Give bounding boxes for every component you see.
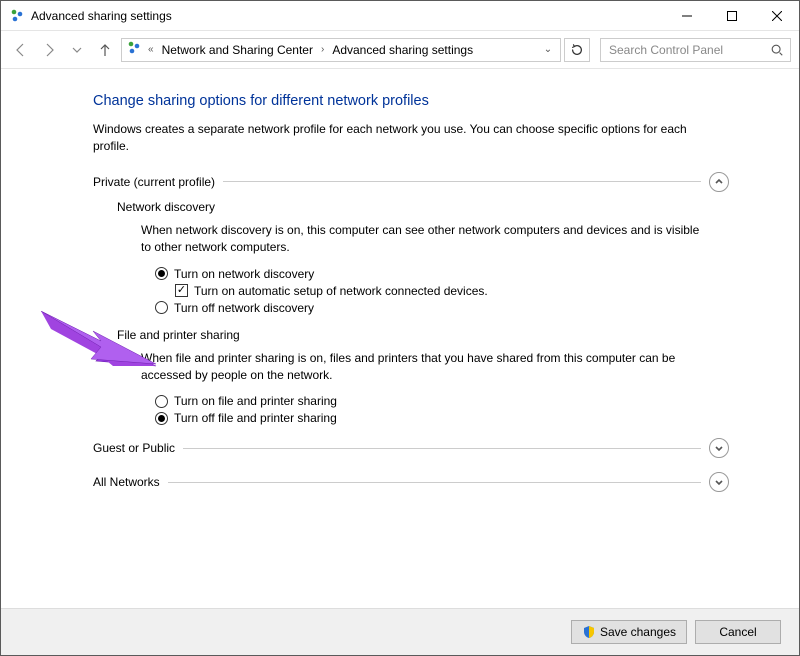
section-header-private[interactable]: Private (current profile) xyxy=(93,172,729,192)
search-icon xyxy=(770,43,784,60)
radio-icon xyxy=(155,412,168,425)
window-buttons xyxy=(664,1,799,30)
breadcrumb-parent[interactable]: Network and Sharing Center xyxy=(160,43,315,57)
radio-turn-on-network-discovery[interactable]: Turn on network discovery xyxy=(155,267,729,281)
radio-icon xyxy=(155,301,168,314)
network-discovery-options: Turn on network discovery Turn on automa… xyxy=(155,267,729,315)
subsection-label: Network discovery xyxy=(117,200,215,214)
checkbox-label: Turn on automatic setup of network conne… xyxy=(194,284,488,298)
chevron-left-icon: « xyxy=(146,44,156,55)
content-area: Change sharing options for different net… xyxy=(1,71,799,607)
file-printer-description: When file and printer sharing is on, fil… xyxy=(141,350,701,385)
section-label-guest: Guest or Public xyxy=(93,441,175,455)
section-header-guest[interactable]: Guest or Public xyxy=(93,438,729,458)
up-button[interactable] xyxy=(93,38,117,62)
section-header-all-networks[interactable]: All Networks xyxy=(93,472,729,492)
recent-locations-button[interactable] xyxy=(65,38,89,62)
forward-button[interactable] xyxy=(37,38,61,62)
section-label-all: All Networks xyxy=(93,475,160,489)
title-bar: Advanced sharing settings xyxy=(1,1,799,31)
chevron-right-icon: › xyxy=(319,44,326,55)
subsection-header-network-discovery: Network discovery xyxy=(117,200,729,214)
radio-icon xyxy=(155,395,168,408)
back-button[interactable] xyxy=(9,38,33,62)
window-title: Advanced sharing settings xyxy=(31,9,172,23)
address-bar[interactable]: « Network and Sharing Center › Advanced … xyxy=(121,38,561,62)
expand-icon[interactable] xyxy=(709,472,729,492)
checkbox-auto-setup[interactable]: Turn on automatic setup of network conne… xyxy=(175,284,729,298)
section-label-private: Private (current profile) xyxy=(93,175,215,189)
radio-label: Turn off network discovery xyxy=(174,301,314,315)
network-discovery-description: When network discovery is on, this compu… xyxy=(141,222,701,257)
divider xyxy=(168,482,701,483)
button-label: Save changes xyxy=(600,625,676,639)
subsection-header-file-printer: File and printer sharing xyxy=(117,328,729,342)
address-icon xyxy=(126,40,142,59)
checkbox-icon xyxy=(175,284,188,297)
maximize-button[interactable] xyxy=(709,1,754,30)
collapse-icon[interactable] xyxy=(709,172,729,192)
divider xyxy=(183,448,701,449)
radio-icon xyxy=(155,267,168,280)
file-printer-options: Turn on file and printer sharing Turn of… xyxy=(155,394,729,425)
expand-icon[interactable] xyxy=(709,438,729,458)
search-box[interactable] xyxy=(600,38,791,62)
divider xyxy=(223,181,701,182)
radio-turn-off-file-printer[interactable]: Turn off file and printer sharing xyxy=(155,411,729,425)
radio-label: Turn off file and printer sharing xyxy=(174,411,337,425)
close-button[interactable] xyxy=(754,1,799,30)
breadcrumb-current[interactable]: Advanced sharing settings xyxy=(330,43,475,57)
refresh-button[interactable] xyxy=(564,38,590,62)
app-icon xyxy=(9,8,25,24)
address-dropdown-icon[interactable]: ⌄ xyxy=(540,44,556,55)
search-input[interactable] xyxy=(607,42,784,58)
page-intro: Windows creates a separate network profi… xyxy=(93,121,713,156)
radio-turn-off-network-discovery[interactable]: Turn off network discovery xyxy=(155,301,729,315)
bottom-bar: Save changes Cancel xyxy=(1,608,799,655)
radio-turn-on-file-printer[interactable]: Turn on file and printer sharing xyxy=(155,394,729,408)
shield-icon xyxy=(582,625,596,639)
save-changes-button[interactable]: Save changes xyxy=(571,620,687,644)
button-label: Cancel xyxy=(719,625,756,639)
radio-label: Turn on file and printer sharing xyxy=(174,394,337,408)
cancel-button[interactable]: Cancel xyxy=(695,620,781,644)
subsection-label: File and printer sharing xyxy=(117,328,240,342)
minimize-button[interactable] xyxy=(664,1,709,30)
page-title: Change sharing options for different net… xyxy=(93,93,729,109)
navigation-bar: « Network and Sharing Center › Advanced … xyxy=(1,31,799,69)
radio-label: Turn on network discovery xyxy=(174,267,314,281)
